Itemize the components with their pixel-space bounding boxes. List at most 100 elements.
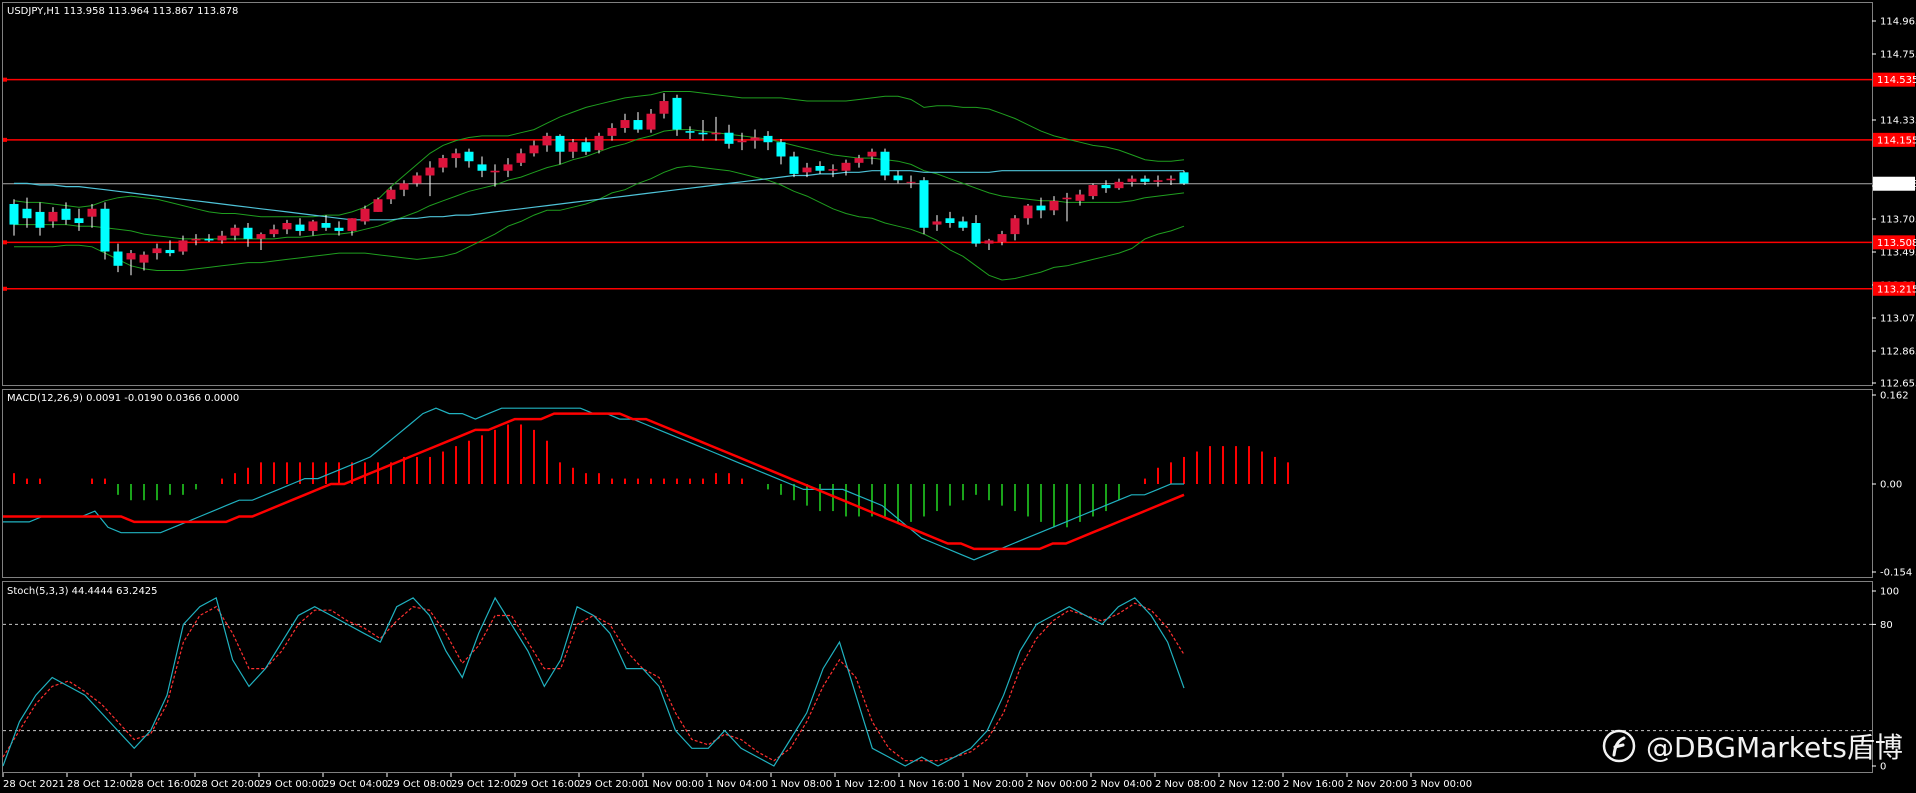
candle-body — [945, 218, 955, 224]
candle-body — [1101, 184, 1111, 189]
candle-body — [698, 132, 708, 135]
candle-body — [568, 142, 578, 152]
price-axis-label: 114.335 — [1880, 116, 1916, 127]
candle-body — [659, 101, 669, 114]
level-line-marker — [3, 240, 7, 245]
time-axis-label: 3 Nov 00:00 — [1411, 779, 1472, 790]
time-axis-label: 29 Oct 12:00 — [451, 779, 516, 790]
level-price-label: 114.155 — [1877, 135, 1916, 146]
bollinger-lower-line — [14, 165, 1185, 281]
candle-body — [217, 235, 227, 241]
candle-body — [906, 181, 916, 183]
candle-body — [1114, 181, 1124, 189]
macd-pane-border — [2, 389, 1873, 578]
stoch-axis-label: 100 — [1880, 587, 1899, 598]
candle-body — [776, 142, 786, 157]
candle-body — [711, 132, 721, 135]
candle-body — [165, 249, 175, 254]
candle-body — [581, 142, 591, 152]
candle-body — [1023, 205, 1033, 219]
candle-body — [178, 240, 188, 252]
candle-body — [321, 223, 331, 228]
candle-body — [490, 170, 500, 173]
time-axis-label: 1 Nov 04:00 — [707, 779, 768, 790]
candle-body — [139, 254, 149, 263]
candle-body — [646, 113, 656, 130]
candle-body — [1036, 205, 1046, 211]
axes: 114.965114.755114.335113.915113.705113.4… — [2, 17, 1916, 790]
macd-axis-label: 0.00 — [1880, 480, 1902, 491]
candle-body — [867, 151, 877, 157]
candle-body — [594, 135, 604, 151]
candle-body — [334, 227, 344, 231]
stochastic-pane — [2, 596, 1872, 767]
candle-body — [373, 199, 383, 212]
candle-body — [126, 253, 136, 260]
candle-body — [438, 158, 448, 168]
candle-body — [763, 135, 773, 143]
price-axis-label: 112.865 — [1880, 347, 1916, 358]
time-axis-label: 1 Nov 00:00 — [643, 779, 704, 790]
candle-body — [1140, 178, 1150, 182]
candle-body — [880, 151, 890, 176]
price-pane-border — [2, 2, 1873, 386]
watermark-text: @DBGMarkets盾博 — [1646, 731, 1903, 764]
level-price-label: 114.535 — [1877, 75, 1916, 86]
candle-body — [1088, 184, 1098, 197]
macd-axis-label: -0.154 — [1880, 568, 1912, 579]
candle-body — [971, 223, 981, 244]
time-axis-label: 2 Nov 08:00 — [1155, 779, 1216, 790]
candle-body — [1153, 180, 1163, 182]
candle-body — [984, 240, 994, 244]
time-axis-label: 28 Oct 2021 — [3, 779, 65, 790]
bollinger-upper-line — [13, 91, 1185, 218]
candle-body — [958, 221, 968, 228]
candle-body — [9, 204, 19, 225]
candle-body — [555, 135, 565, 152]
time-axis-label: 2 Nov 16:00 — [1283, 779, 1344, 790]
candle-body — [932, 221, 942, 225]
candle-body — [295, 224, 305, 231]
price-axis-label: 112.655 — [1880, 379, 1916, 390]
candle-body — [854, 158, 864, 163]
macd-header: MACD(12,26,9) 0.0091 -0.0190 0.0366 0.00… — [7, 393, 239, 404]
macd-main-line — [3, 407, 1184, 561]
symbol-header: USDJPY,H1 113.958 113.964 113.867 113.87… — [7, 6, 238, 17]
candle-body — [451, 153, 461, 159]
candle-body — [74, 218, 84, 224]
candle-body — [412, 175, 422, 184]
candle-body — [191, 238, 201, 241]
price-axis-label: 113.075 — [1880, 314, 1916, 325]
macd-signal-line — [3, 412, 1185, 551]
time-axis-label: 29 Oct 00:00 — [259, 779, 324, 790]
candle-body — [61, 208, 71, 220]
candle-body — [503, 164, 513, 171]
time-axis-label: 2 Nov 20:00 — [1347, 779, 1408, 790]
time-axis-label: 1 Nov 08:00 — [771, 779, 832, 790]
time-axis-label: 2 Nov 12:00 — [1219, 779, 1280, 790]
candle-body — [113, 251, 123, 266]
candle-body — [22, 208, 32, 219]
candle-body — [1179, 172, 1189, 184]
time-axis-label: 2 Nov 00:00 — [1027, 779, 1088, 790]
candle-body — [308, 221, 318, 231]
candle-body — [724, 132, 734, 144]
time-axis-label: 29 Oct 20:00 — [579, 779, 644, 790]
stoch-main-line — [2, 596, 1185, 767]
candle-body — [1062, 197, 1072, 200]
candle-body — [282, 223, 292, 230]
chart-canvas[interactable]: 114.965114.755114.335113.915113.705113.4… — [0, 0, 1916, 793]
trading-chart-window[interactable]: 114.965114.755114.335113.915113.705113.4… — [0, 0, 1916, 793]
candle-body — [685, 131, 695, 133]
time-axis-label: 28 Oct 20:00 — [195, 779, 260, 790]
candle-body — [48, 211, 58, 222]
candle-body — [1127, 178, 1137, 182]
candle-body — [841, 162, 851, 171]
level-line-marker — [3, 137, 7, 142]
candle-body — [607, 127, 617, 136]
stoch-header: Stoch(5,3,3) 44.4444 63.2425 — [7, 586, 158, 597]
candle-body — [399, 183, 409, 190]
stoch-pane-border — [2, 581, 1873, 773]
level-price-label: 113.508 — [1877, 238, 1916, 249]
candle-body — [360, 208, 370, 222]
